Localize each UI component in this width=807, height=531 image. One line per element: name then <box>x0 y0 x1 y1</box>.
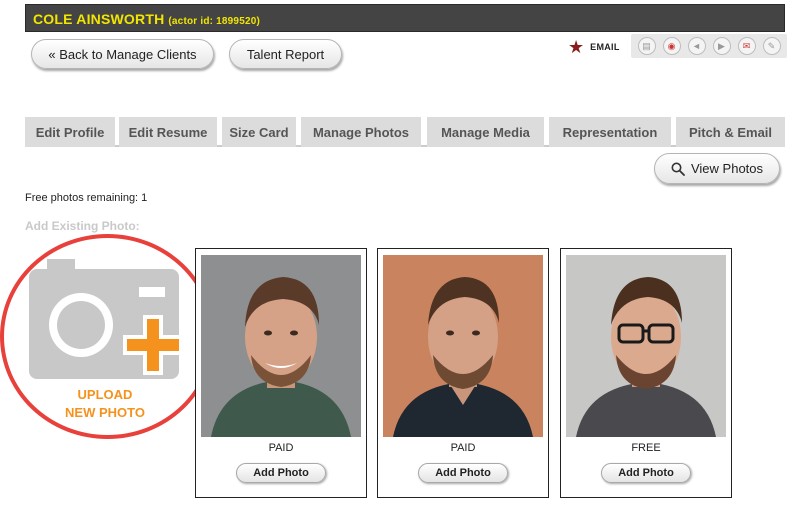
edit-icon[interactable]: ✎ <box>762 37 781 55</box>
tab-representation[interactable]: Representation <box>549 117 671 147</box>
actor-id: (actor id: 1899520) <box>168 16 261 27</box>
mail-icon[interactable]: ✉ <box>737 37 756 55</box>
headshot-photo <box>201 255 361 437</box>
talent-report-button[interactable]: Talent Report <box>229 39 342 69</box>
tab-edit-profile[interactable]: Edit Profile <box>25 117 115 147</box>
email-link[interactable]: ★ EMAIL <box>568 38 620 56</box>
photo-card: PAID Add Photo <box>195 248 367 498</box>
add-existing-photo-heading: Add Existing Photo: <box>25 219 140 233</box>
photo-status: PAID <box>268 442 294 454</box>
photo-status: FREE <box>631 442 661 454</box>
tab-size-card[interactable]: Size Card <box>222 117 296 147</box>
document-icon[interactable]: ▤ <box>637 37 656 55</box>
camera-icon[interactable]: ◉ <box>662 37 681 55</box>
tab-manage-media[interactable]: Manage Media <box>427 117 544 147</box>
upload-label: UPLOAD NEW PHOTO <box>65 387 145 420</box>
tab-edit-resume[interactable]: Edit Resume <box>119 117 217 147</box>
media-icon-toolbar: ▤ ◉ ◄ ▶ ✉ ✎ <box>631 34 787 58</box>
tab-pitch-email[interactable]: Pitch & Email <box>676 117 785 147</box>
camera-add-icon <box>29 259 183 379</box>
photo-card: PAID Add Photo <box>377 248 549 498</box>
star-icon: ★ <box>568 37 585 57</box>
free-photos-remaining: Free photos remaining: 1 <box>25 192 148 204</box>
add-photo-button[interactable]: Add Photo <box>418 463 508 483</box>
headshot-photo <box>566 255 726 437</box>
actor-name: COLE AINSWORTH (actor id: 1899520) <box>33 11 261 27</box>
add-photo-button[interactable]: Add Photo <box>236 463 326 483</box>
profile-tabs: Edit Profile Edit Resume Size Card Manag… <box>25 117 785 147</box>
video-icon[interactable]: ▶ <box>712 37 731 55</box>
view-photos-button[interactable]: View Photos <box>654 153 780 184</box>
photo-status: PAID <box>450 442 476 454</box>
actor-title-bar: COLE AINSWORTH (actor id: 1899520) <box>25 4 785 32</box>
back-to-manage-clients-button[interactable]: « Back to Manage Clients <box>31 39 214 69</box>
photo-card: FREE Add Photo <box>560 248 732 498</box>
email-label: EMAIL <box>590 42 620 52</box>
add-photo-button[interactable]: Add Photo <box>601 463 691 483</box>
upload-new-photo[interactable]: UPLOAD NEW PHOTO <box>0 234 215 439</box>
search-icon <box>671 162 685 176</box>
headshot-photo <box>383 255 543 437</box>
view-photos-label: View Photos <box>690 161 764 176</box>
audio-icon[interactable]: ◄ <box>687 37 706 55</box>
tab-manage-photos[interactable]: Manage Photos <box>301 117 421 147</box>
